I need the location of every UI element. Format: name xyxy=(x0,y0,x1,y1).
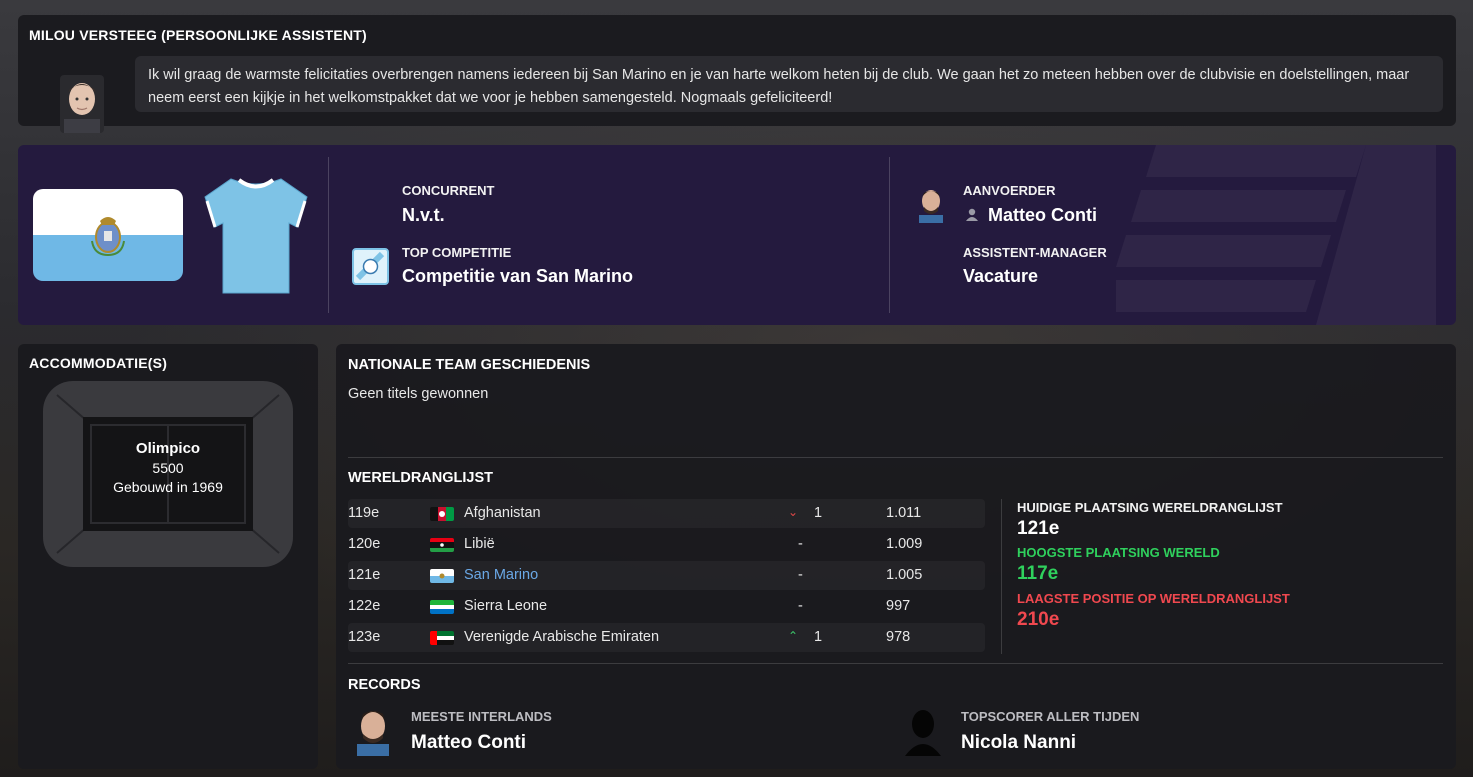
world-ranking-title: WERELDRANGLIJST xyxy=(348,470,493,486)
competition-label: TOP COMPETITIE xyxy=(402,245,512,260)
divider xyxy=(889,157,890,313)
competition-value[interactable]: Competitie van San Marino xyxy=(402,266,633,287)
stadium-name: Olimpico xyxy=(135,440,201,457)
afghanistan-flag-icon xyxy=(430,507,454,521)
ranking-row[interactable]: 121e San Marino - 1.005 xyxy=(348,561,985,590)
captain-label: AANVOERDER xyxy=(963,183,1056,198)
records-title: RECORDS xyxy=(348,677,421,693)
stadium-info: Olimpico 5500 Gebouwd in 1969 xyxy=(93,440,243,495)
ranking-points: 1.009 xyxy=(886,536,923,552)
ranking-movement: - xyxy=(798,536,803,552)
club-shirt-icon xyxy=(201,171,311,297)
ranking-position: 121e xyxy=(348,567,381,583)
uae-flag-icon xyxy=(430,631,454,645)
ranking-points: 1.011 xyxy=(886,505,922,521)
sierra-leone-flag-icon xyxy=(430,600,454,614)
national-team-panel: NATIONALE TEAM GESCHIEDENIS Geen titels … xyxy=(336,344,1456,769)
ranking-movement: - xyxy=(798,598,803,614)
ranking-movement: - xyxy=(798,567,803,583)
divider xyxy=(1001,499,1002,654)
divider xyxy=(328,157,329,313)
person-icon xyxy=(965,207,979,221)
ranking-country: Afghanistan xyxy=(464,505,541,521)
ranking-position: 122e xyxy=(348,598,381,614)
libya-flag-icon xyxy=(430,538,454,552)
history-title: NATIONALE TEAM GESCHIEDENIS xyxy=(348,357,591,373)
current-ranking-value: 121e xyxy=(1017,518,1060,539)
top-scorer-value[interactable]: Nicola Nanni xyxy=(961,732,1076,754)
history-text: Geen titels gewonnen xyxy=(348,386,489,402)
current-ranking-label: HUIDIGE PLAATSING WERELDRANGLIJST xyxy=(1017,500,1283,515)
club-banner: CONCURRENT N.v.t. TOP COMPETITIE Competi… xyxy=(18,145,1456,325)
ranking-country: Sierra Leone xyxy=(464,598,548,614)
captain-value[interactable]: Matteo Conti xyxy=(988,205,1097,226)
highest-ranking-label: HOOGSTE PLAATSING WERELD xyxy=(1017,545,1220,560)
ranking-row[interactable]: 119e Afghanistan ⌄ 1 1.011 xyxy=(348,499,985,528)
ranking-points: 997 xyxy=(886,598,911,614)
ranking-country: Libië xyxy=(464,536,495,552)
ranking-country[interactable]: San Marino xyxy=(464,567,538,583)
competition-logo-icon[interactable] xyxy=(352,248,389,285)
accommodation-panel: ACCOMMODATIE(S) Olimpico 5500 Gebouwd in… xyxy=(18,344,318,769)
assistant-message-panel: MILOU VERSTEEG (PERSOONLIJKE ASSISTENT) … xyxy=(18,15,1456,133)
accommodation-title: ACCOMMODATIE(S) xyxy=(29,355,168,371)
ranking-row[interactable]: 120e Libië - 1.009 xyxy=(348,530,985,559)
captain-avatar[interactable] xyxy=(916,185,946,223)
stadium-capacity: 5500 xyxy=(152,460,184,476)
assistant-message-text: Ik wil graag de warmste felicitaties ove… xyxy=(135,56,1443,112)
most-caps-value[interactable]: Matteo Conti xyxy=(411,732,526,754)
most-caps-avatar[interactable] xyxy=(353,704,393,756)
ranking-points: 1.005 xyxy=(886,567,923,583)
divider xyxy=(348,663,1443,664)
assistant-avatar[interactable] xyxy=(60,75,104,133)
ranking-position: 119e xyxy=(348,505,380,521)
san-marino-flag-icon xyxy=(430,569,454,583)
divider xyxy=(348,457,1443,458)
stadium-built: Gebouwd in 1969 xyxy=(113,479,223,495)
lowest-ranking-value: 210e xyxy=(1017,609,1060,630)
ranking-movement: 1 xyxy=(814,629,823,645)
rival-label: CONCURRENT xyxy=(402,183,495,198)
san-marino-flag-icon xyxy=(33,189,183,281)
assistant-manager-value: Vacature xyxy=(963,266,1039,286)
lowest-ranking-label: LAAGSTE POSITIE OP WERELDRANGLIJST xyxy=(1017,591,1290,606)
ranking-country: Verenigde Arabische Emiraten xyxy=(464,629,660,645)
assistant-message-title: MILOU VERSTEEG (PERSOONLIJKE ASSISTENT) xyxy=(29,27,367,43)
ranking-row[interactable]: 123e Verenigde Arabische Emiraten ⌃ 1 97… xyxy=(348,623,985,652)
highest-ranking-value: 117e xyxy=(1017,563,1059,584)
top-scorer-label: TOPSCORER ALLER TIJDEN xyxy=(961,709,1140,724)
ranking-position: 123e xyxy=(348,629,381,645)
ranking-movement: 1 xyxy=(814,505,823,521)
ranking-position: 120e xyxy=(348,536,381,552)
ranking-points: 978 xyxy=(886,629,911,645)
ranking-row[interactable]: 122e Sierra Leone - 997 xyxy=(348,592,985,621)
most-caps-label: MEESTE INTERLANDS xyxy=(411,709,552,724)
rival-value: N.v.t. xyxy=(402,205,445,225)
banner-decoration xyxy=(1116,145,1436,325)
top-scorer-avatar[interactable] xyxy=(903,704,943,756)
trend-up-icon: ⌃ xyxy=(787,629,799,643)
trend-down-icon: ⌄ xyxy=(787,505,799,519)
assistant-manager-label: ASSISTENT-MANAGER xyxy=(963,245,1107,260)
